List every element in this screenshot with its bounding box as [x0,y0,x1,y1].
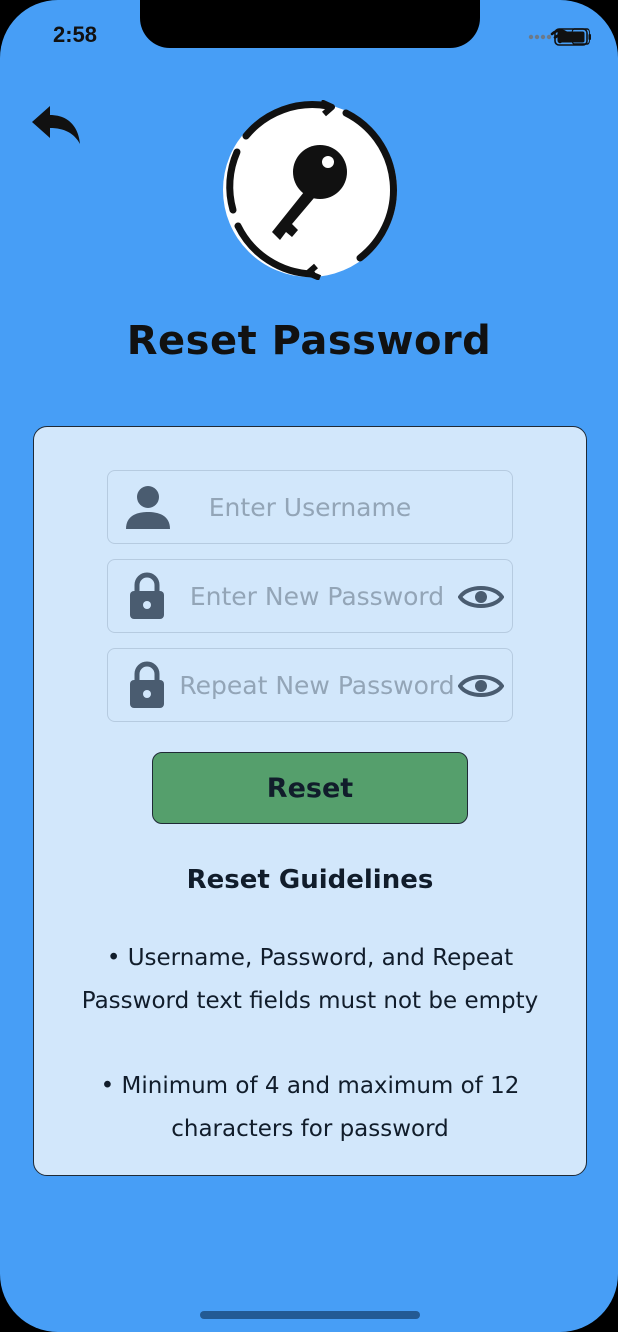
guidelines-title: Reset Guidelines [186,865,434,895]
lock-icon [130,572,164,619]
user-icon [126,486,170,529]
status-time: 2:58 [53,22,98,47]
back-button[interactable] [30,104,82,148]
repeat-password-eye-icon[interactable] [458,671,504,701]
reset-form-card: Reset Reset Guidelines • Username, Passw… [33,426,587,1176]
reset-button[interactable]: Reset [152,752,468,824]
guideline-item: • Minimum of 4 and maximum of 12 charact… [100,1073,520,1142]
signal-icon [528,34,552,40]
new-password-field[interactable] [107,559,513,633]
logo [223,100,397,280]
lock-icon [130,661,164,708]
new-password-input[interactable] [182,560,452,632]
username-input[interactable] [188,471,432,543]
home-indicator[interactable] [200,1311,420,1319]
key-reset-icon [223,100,397,280]
battery-icon [554,28,591,46]
repeat-password-field[interactable] [107,648,513,722]
guideline-item: • Username, Password, and Repeat Passwor… [81,945,539,1014]
back-arrow-icon [32,106,80,144]
username-field[interactable] [107,470,513,544]
repeat-password-input[interactable] [174,649,460,721]
app-screen: 2:58 Reset Password Enter Username Reset… [0,0,618,1332]
page-title: Reset Password [126,318,492,364]
device-notch [140,0,480,48]
new-password-eye-icon[interactable] [458,582,504,612]
